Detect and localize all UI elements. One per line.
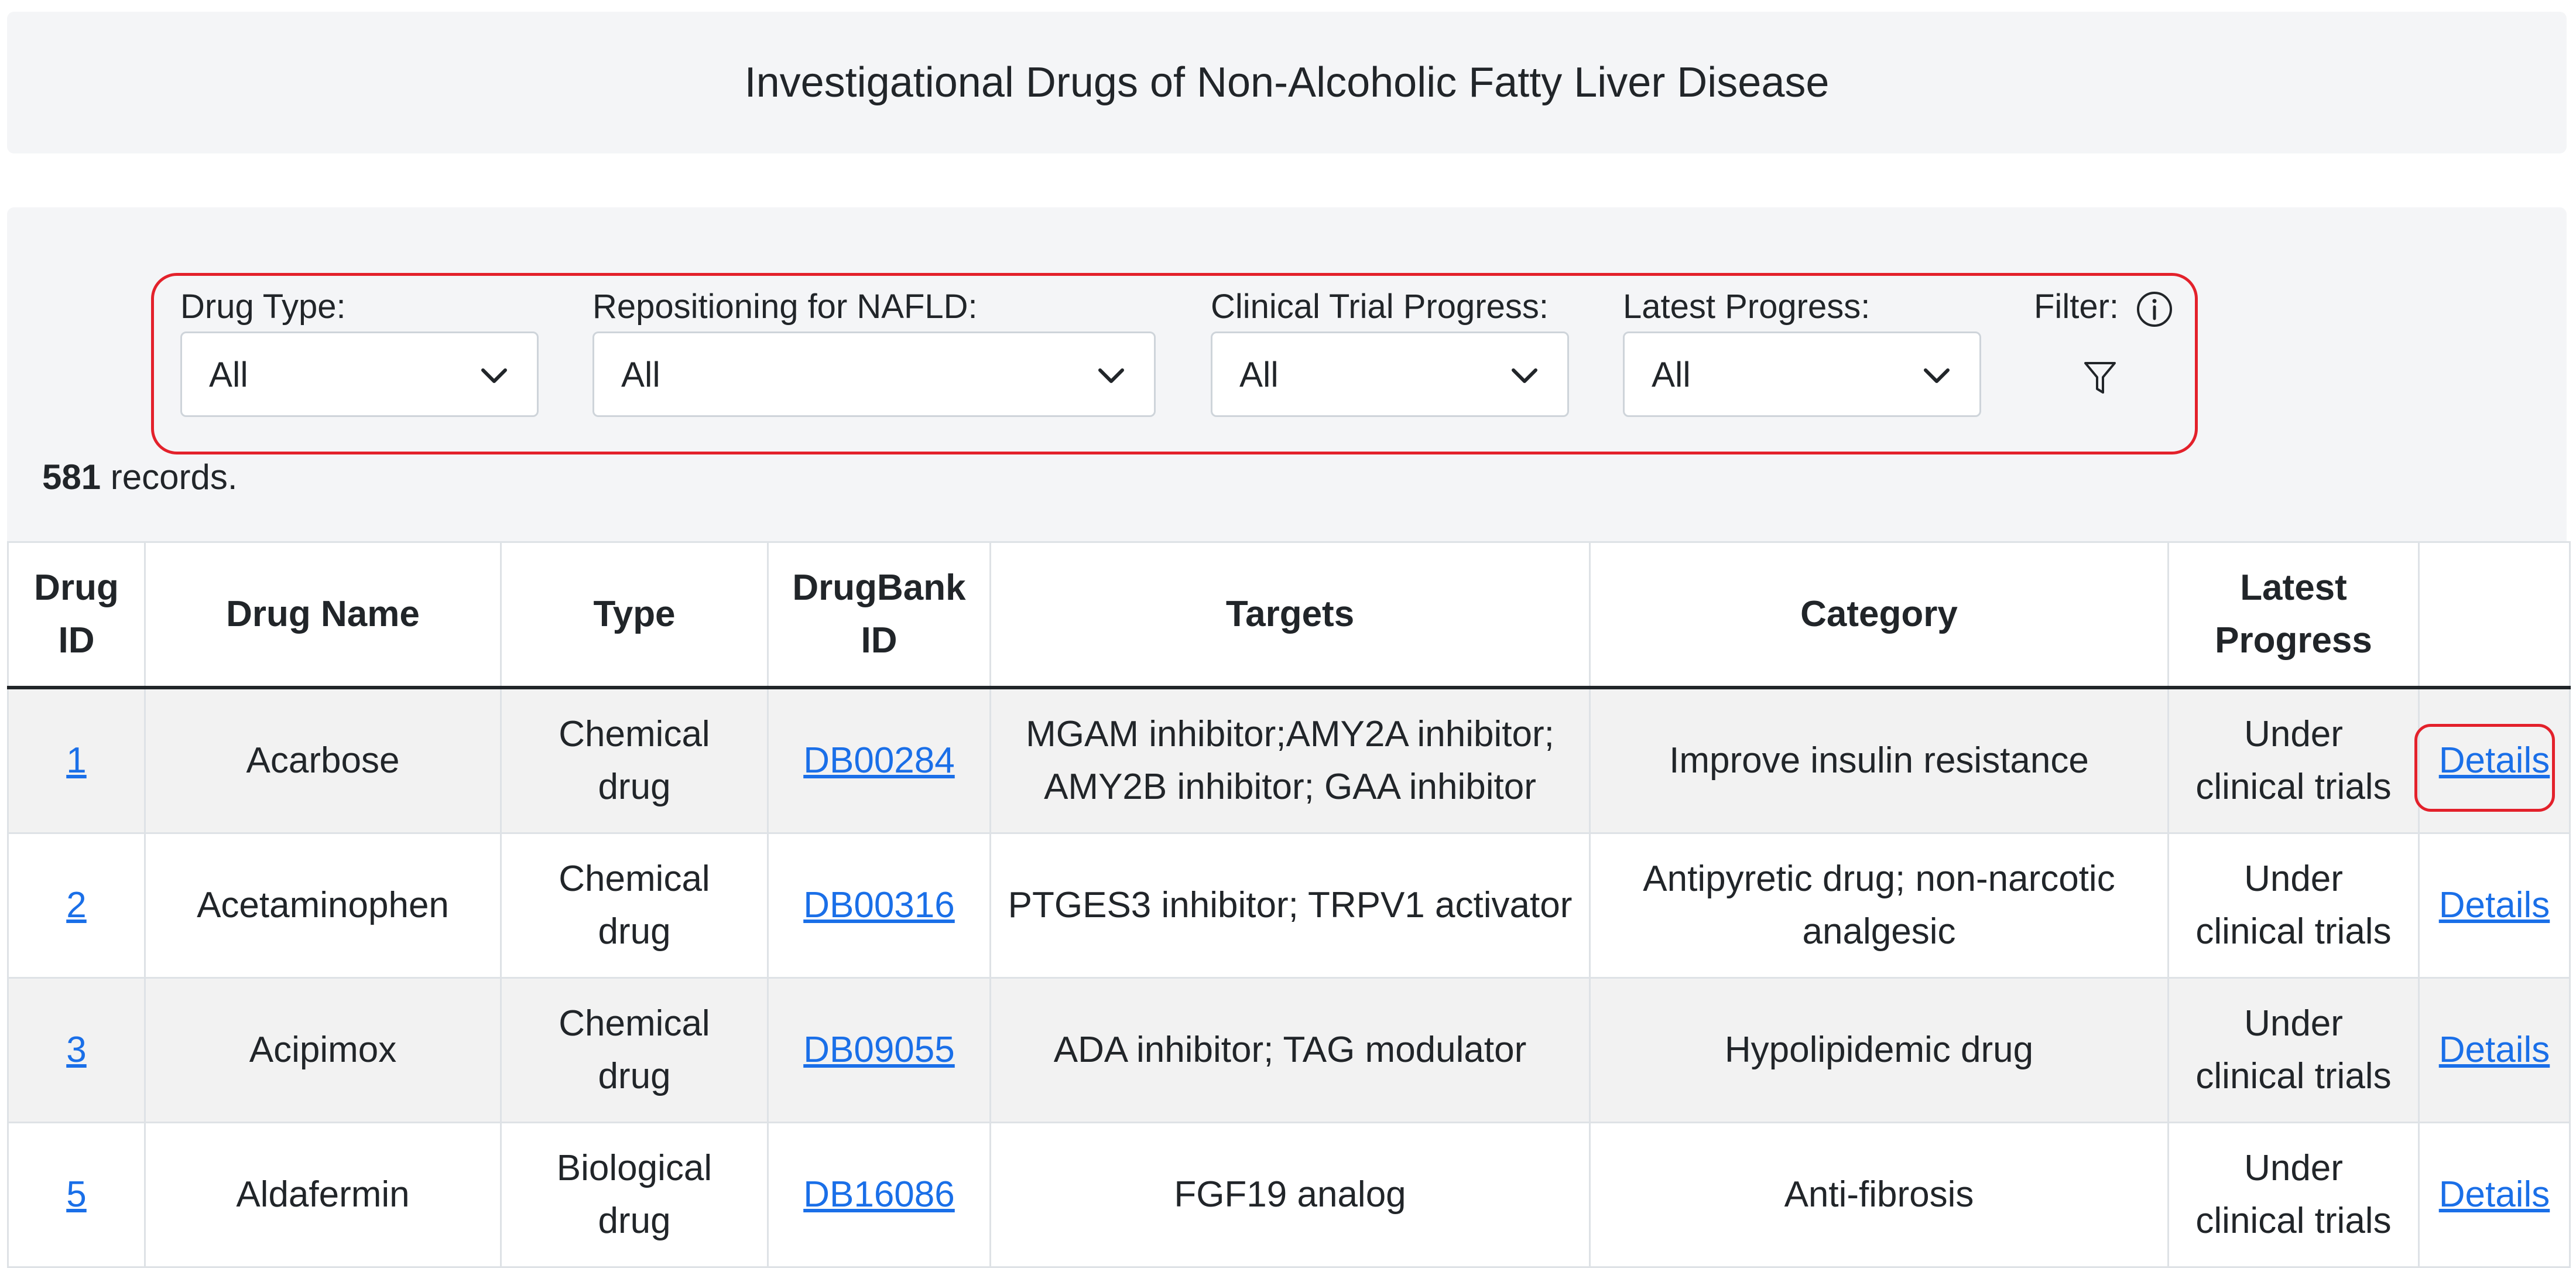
col-header-drug-id[interactable]: Drug ID <box>7 541 146 689</box>
drug-id-link[interactable]: 2 <box>66 885 86 925</box>
latest-progress-label: Latest Progress: <box>1623 288 1871 326</box>
targets-cell: MGAM inhibitor;AMY2A inhibitor; AMY2B inh… <box>989 686 1591 834</box>
repositioning-value: All <box>621 354 660 394</box>
details-link[interactable]: Details <box>2439 885 2550 925</box>
drugs-table: Drug ID Drug Name Type DrugBank ID Targets… <box>7 541 2571 1268</box>
table-row: 1 Acarbose Chemical drug DB00284 MGAM inh… <box>7 686 2571 834</box>
records-number: 581 <box>42 457 101 497</box>
progress-cell: Under clinical trials <box>2167 832 2420 979</box>
col-header-type[interactable]: Type <box>500 541 769 689</box>
table-row: 3 Acipimox Chemical drug DB09055 ADA inhi… <box>7 977 2571 1123</box>
filter-label: Filter: <box>2034 288 2119 326</box>
progress-cell: Under clinical trials <box>2167 1122 2420 1268</box>
col-header-latest-progress[interactable]: Latest Progress <box>2167 541 2420 689</box>
details-link[interactable]: Details <box>2439 1030 2550 1070</box>
latest-progress-select[interactable]: All <box>1623 331 1981 417</box>
drug-name-cell: Acetaminophen <box>144 832 502 979</box>
col-header-actions <box>2418 541 2571 689</box>
drugbank-link[interactable]: DB00316 <box>803 885 955 925</box>
drug-type-value: All <box>209 354 248 394</box>
chevron-down-icon <box>1924 368 1950 383</box>
targets-cell: PTGES3 inhibitor; TRPV1 activator <box>989 832 1591 979</box>
drug-type-label: Drug Type: <box>180 288 346 326</box>
repositioning-label: Repositioning for NAFLD: <box>592 288 978 326</box>
category-cell: Anti-fibrosis <box>1589 1122 2169 1268</box>
funnel-icon[interactable] <box>2083 360 2117 397</box>
drug-name-cell: Aldafermin <box>144 1122 502 1268</box>
category-cell: Hypolipidemic drug <box>1589 977 2169 1123</box>
chevron-down-icon <box>481 368 507 383</box>
category-cell: Improve insulin resistance <box>1589 686 2169 834</box>
targets-cell: ADA inhibitor; TAG modulator <box>989 977 1591 1123</box>
page-header: Investigational Drugs of Non-Alcoholic F… <box>7 12 2567 153</box>
type-cell: Chemical drug <box>500 977 769 1123</box>
records-count: 581 records. <box>42 457 238 497</box>
details-link[interactable]: Details <box>2439 1174 2550 1215</box>
chevron-down-icon <box>1512 368 1537 383</box>
col-header-targets[interactable]: Targets <box>989 541 1591 689</box>
drugbank-link[interactable]: DB09055 <box>803 1030 955 1070</box>
drug-id-link[interactable]: 5 <box>66 1174 86 1215</box>
type-cell: Chemical drug <box>500 686 769 834</box>
clinical-trial-select[interactable]: All <box>1211 331 1569 417</box>
progress-cell: Under clinical trials <box>2167 977 2420 1123</box>
table-row: 5 Aldafermin Biological drug DB16086 FGF1… <box>7 1122 2571 1268</box>
latest-progress-value: All <box>1652 354 1691 394</box>
col-header-drugbank-id[interactable]: DrugBank ID <box>767 541 991 689</box>
drug-name-cell: Acarbose <box>144 686 502 834</box>
category-cell: Antipyretic drug; non-narcotic analgesic <box>1589 832 2169 979</box>
drug-name-cell: Acipimox <box>144 977 502 1123</box>
col-header-drug-name[interactable]: Drug Name <box>144 541 502 689</box>
drug-id-link[interactable]: 1 <box>66 740 86 781</box>
repositioning-select[interactable]: All <box>592 331 1156 417</box>
records-suffix: records. <box>101 457 238 497</box>
targets-cell: FGF19 analog <box>989 1122 1591 1268</box>
drug-id-link[interactable]: 3 <box>66 1030 86 1070</box>
col-header-category[interactable]: Category <box>1589 541 2169 689</box>
page-title: Investigational Drugs of Non-Alcoholic F… <box>744 59 1830 106</box>
info-circle-icon[interactable] <box>2136 290 2173 328</box>
clinical-trial-value: All <box>1239 354 1279 394</box>
progress-cell: Under clinical trials <box>2167 686 2420 834</box>
drugbank-link[interactable]: DB16086 <box>803 1174 955 1215</box>
type-cell: Biological drug <box>500 1122 769 1268</box>
clinical-trial-label: Clinical Trial Progress: <box>1211 288 1549 326</box>
details-link[interactable]: Details <box>2439 740 2550 781</box>
type-cell: Chemical drug <box>500 832 769 979</box>
chevron-down-icon <box>1098 368 1124 383</box>
table-row: 2 Acetaminophen Chemical drug DB00316 PTG… <box>7 832 2571 979</box>
table-header-row: Drug ID Drug Name Type DrugBank ID Targets… <box>7 541 2571 689</box>
drug-type-select[interactable]: All <box>180 331 539 417</box>
drugbank-link[interactable]: DB00284 <box>803 740 955 781</box>
